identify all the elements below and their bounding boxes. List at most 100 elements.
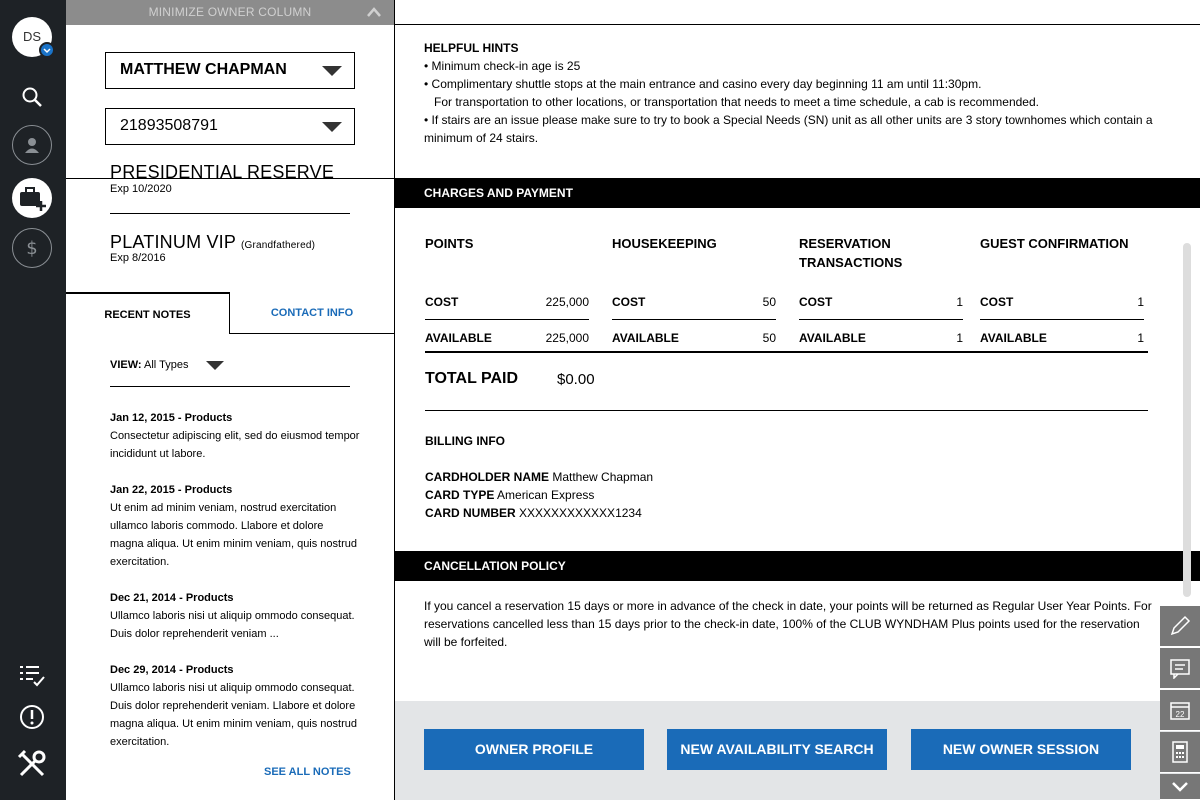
note-body: Consectetur adipiscing elit, sed do eius… [110, 430, 360, 460]
hint-line: minimum of 24 stairs. [424, 131, 539, 145]
tab-label: RECENT NOTES [104, 309, 191, 321]
total-label: TOTAL PAID [425, 370, 519, 387]
cost-value: 1 [1137, 294, 1144, 309]
list-item[interactable]: Dec 21, 2014 - Products Ullamco laboris … [110, 589, 360, 643]
card-number-value: XXXXXXXXXXXX1234 [519, 506, 642, 520]
tools-icon[interactable] [12, 744, 52, 784]
tab-recent-notes[interactable]: RECENT NOTES [66, 292, 230, 334]
chevron-down-icon [322, 122, 342, 132]
available-label: AVAILABLE [425, 331, 492, 345]
hint-line: • Complimentary shuttle stops at the mai… [424, 77, 982, 91]
pencil-icon[interactable] [1160, 606, 1200, 647]
tab-contact-info[interactable]: CONTACT INFO [230, 292, 394, 334]
hint-line: • Minimum check-in age is 25 [424, 59, 581, 73]
scrollbar[interactable] [1183, 243, 1191, 597]
cost-row: COST 50 [612, 284, 776, 320]
notes-view-filter[interactable]: VIEW: All Types [110, 359, 224, 371]
owner-name-select[interactable]: MATTHEW CHAPMAN [105, 52, 355, 89]
note-body: Ut enim ad minim veniam, nostrud exercit… [110, 502, 358, 568]
calculator-icon[interactable] [1160, 732, 1200, 773]
available-value: 1 [956, 331, 963, 345]
owner-name-value: MATTHEW CHAPMAN [120, 61, 287, 78]
notes-icon[interactable] [1160, 648, 1200, 689]
cost-value: 1 [956, 294, 963, 309]
total-paid: TOTAL PAID $0.00 [425, 370, 595, 388]
list-item[interactable]: Dec 29, 2014 - Products Ullamco laboris … [110, 661, 360, 751]
available-label: AVAILABLE [799, 331, 866, 345]
hint-line: For transportation to other locations, o… [434, 95, 1039, 109]
charge-column-reservation-transactions: RESERVATION TRANSACTIONS COST 1 AVAILABLE… [799, 234, 963, 356]
search-icon[interactable] [12, 77, 52, 117]
new-owner-session-button[interactable]: NEW OWNER SESSION [911, 729, 1131, 770]
available-label: AVAILABLE [980, 331, 1047, 345]
view-label: VIEW: [110, 359, 142, 371]
tier-note: (Grandfathered) [240, 240, 316, 251]
divider [110, 386, 350, 387]
cost-label: COST [425, 294, 459, 309]
tier-exp: Exp 10/2020 [110, 183, 172, 195]
available-value: 50 [762, 331, 776, 345]
cardholder-label: CARDHOLDER NAME [425, 470, 549, 484]
calendar-icon[interactable]: 22 [1160, 690, 1200, 731]
divider [66, 178, 394, 179]
alert-icon[interactable] [12, 697, 52, 737]
cost-row: COST 225,000 [425, 284, 589, 320]
divider [425, 351, 1148, 353]
billing-title: BILLING INFO [425, 434, 505, 448]
charge-head: GUEST CONFIRMATION [980, 236, 1129, 251]
chevron-down-icon[interactable] [1160, 774, 1200, 800]
note-body: Ullamco laboris nisi ut aliquip ommodo c… [110, 610, 355, 640]
briefcase-add-icon[interactable] [12, 178, 52, 218]
main-content: HELPFUL HINTS • Minimum check-in age is … [395, 0, 1200, 800]
see-all-notes-link[interactable]: SEE ALL NOTES [264, 766, 351, 778]
note-title: Jan 22, 2015 - Products [110, 484, 233, 496]
hint-line: • If stairs are an issue please make sur… [424, 113, 1153, 127]
action-footer: OWNER PROFILE NEW AVAILABILITY SEARCH NE… [395, 701, 1200, 800]
hints-title: HELPFUL HINTS [424, 41, 519, 55]
note-body: Ullamco laboris nisi ut aliquip ommodo c… [110, 682, 358, 748]
charge-column-guest-confirmation: GUEST CONFIRMATION COST 1 AVAILABLE 1 [980, 234, 1144, 356]
cost-label: COST [612, 294, 646, 309]
card-type-label: CARD TYPE [425, 488, 495, 502]
user-icon[interactable] [12, 125, 52, 165]
chevron-up-icon [367, 7, 381, 17]
card-type-row: CARD TYPE American Express [425, 488, 594, 502]
total-value: $0.00 [557, 371, 595, 388]
cardholder-row: CARDHOLDER NAME Matthew Chapman [425, 470, 653, 484]
available-value: 1 [1137, 331, 1144, 345]
chevron-down-icon [205, 360, 224, 370]
member-number-value: 21893508791 [120, 117, 218, 134]
cardholder-value: Matthew Chapman [552, 470, 654, 484]
available-value: 225,000 [545, 331, 589, 345]
dollar-icon[interactable]: $ [12, 228, 52, 268]
calendar-day: 22 [1176, 710, 1185, 719]
member-number-select[interactable]: 21893508791 [105, 108, 355, 145]
avatar-menu-badge[interactable] [39, 42, 55, 58]
new-availability-search-button[interactable]: NEW AVAILABILITY SEARCH [667, 729, 887, 770]
tier-name: PLATINUM VIP (Grandfathered) [110, 232, 315, 253]
charge-head: RESERVATION TRANSACTIONS [799, 236, 903, 270]
card-number-label: CARD NUMBER [425, 506, 516, 520]
cost-label: COST [799, 294, 833, 309]
note-title: Dec 21, 2014 - Products [110, 592, 234, 604]
cancellation-section-header: CANCELLATION POLICY [395, 551, 1200, 581]
charge-head: HOUSEKEEPING [612, 236, 717, 251]
tier-name-text: PLATINUM VIP [110, 232, 236, 252]
tier-name: PRESIDENTIAL RESERVE [110, 162, 335, 182]
charge-column-housekeeping: HOUSEKEEPING COST 50 AVAILABLE 50 [612, 234, 776, 356]
cost-row: COST 1 [799, 284, 963, 320]
card-number-row: CARD NUMBER XXXXXXXXXXXX1234 [425, 506, 642, 520]
cancellation-policy-text: If you cancel a reservation 15 days or m… [424, 599, 1152, 649]
list-item[interactable]: Jan 12, 2015 - Products Consectetur adip… [110, 409, 360, 463]
owner-profile-button[interactable]: OWNER PROFILE [424, 729, 644, 770]
checklist-icon[interactable] [12, 655, 52, 695]
helpful-hints: HELPFUL HINTS • Minimum check-in age is … [395, 24, 1200, 145]
charge-head: POINTS [425, 236, 474, 251]
tier-exp: Exp 8/2016 [110, 252, 166, 264]
cost-value: 50 [762, 294, 776, 309]
list-item[interactable]: Jan 22, 2015 - Products Ut enim ad minim… [110, 481, 360, 571]
chevron-down-icon [322, 66, 342, 76]
minimize-label: MINIMIZE OWNER COLUMN [148, 5, 312, 19]
minimize-owner-column-button[interactable]: MINIMIZE OWNER COLUMN [66, 0, 394, 25]
note-title: Dec 29, 2014 - Products [110, 664, 234, 676]
